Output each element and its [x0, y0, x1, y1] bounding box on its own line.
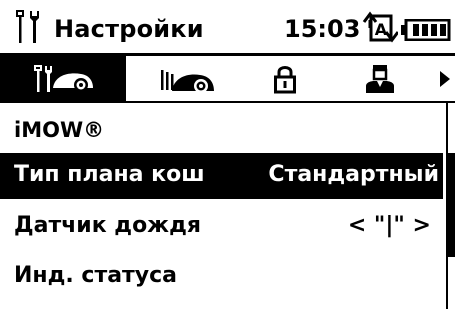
tab-lock[interactable]	[250, 56, 320, 101]
tab-settings-mower[interactable]	[0, 56, 126, 101]
menu-item-label: Инд. статуса	[14, 263, 178, 288]
menu-item-status-indicator[interactable]: Инд. статуса	[0, 254, 443, 300]
lock-icon	[274, 65, 296, 93]
settings-icon	[16, 10, 39, 43]
menu-item-label: Датчик дождя	[14, 213, 201, 238]
section-title: iMOW®	[14, 118, 105, 142]
menu-item-mowing-plan-type[interactable]: Тип плана кош Стандартный	[0, 153, 443, 199]
svg-text:A: A	[375, 20, 388, 39]
mower-dock-icon	[161, 69, 214, 93]
arrow-right-icon[interactable]	[438, 70, 452, 88]
tab-user[interactable]	[335, 56, 425, 101]
page-title: Настройки	[54, 15, 204, 43]
scrollbar[interactable]	[446, 103, 455, 309]
user-icon	[366, 64, 394, 93]
menu-item-label: Тип плана кош	[14, 162, 205, 187]
battery-icon	[401, 19, 451, 41]
autolock-icon: A	[362, 11, 398, 43]
status-bar: Настройки 15:03 A	[0, 0, 455, 56]
scroll-thumb[interactable]	[448, 153, 455, 257]
menu-item-value: < "|" >	[347, 213, 431, 238]
tab-bar	[0, 56, 455, 103]
menu-item-value: Стандартный	[268, 162, 439, 187]
settings-mower-icon	[34, 64, 93, 92]
settings-screen: Настройки 15:03 A iMOW® Тип плана кош Ст…	[0, 0, 455, 309]
tab-mower-dock[interactable]	[130, 56, 238, 101]
clock: 15:03	[284, 15, 361, 43]
menu-item-rain-sensor[interactable]: Датчик дождя < "|" >	[0, 204, 443, 250]
